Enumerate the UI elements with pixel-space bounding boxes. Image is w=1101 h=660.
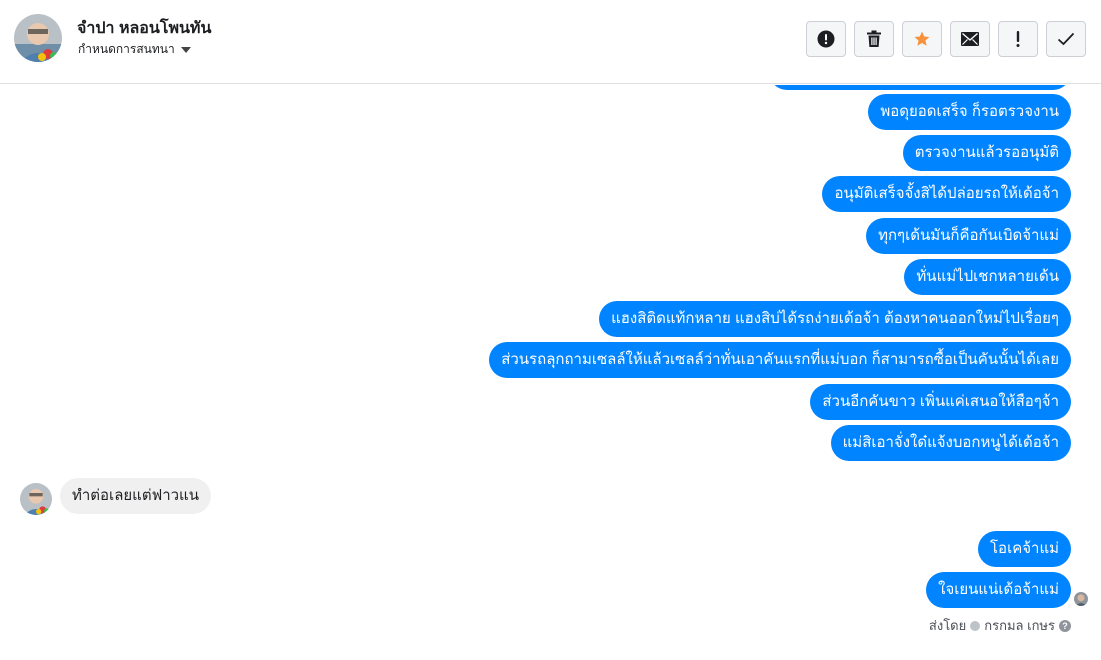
caret-down-icon: [180, 47, 191, 53]
follow-up-button[interactable]: [998, 21, 1038, 57]
delete-button[interactable]: [854, 21, 894, 57]
message-thread[interactable]: พอดุยอดเสร็จ ก็รอตรวจงาน ตรวจงานแล้วรออน…: [0, 85, 1101, 660]
sent-by-info: ส่งโดย กรกมล เกษร ?: [929, 615, 1071, 636]
assign-conversation-dropdown[interactable]: กำหนดการสนทนา: [78, 40, 191, 59]
message-bubble-outgoing[interactable]: พอดุยอดเสร็จ ก็รอตรวจงาน: [868, 94, 1071, 130]
spam-button[interactable]: [806, 21, 846, 57]
mark-done-button[interactable]: [1046, 21, 1086, 57]
contact-name[interactable]: จำปา หลอนโพนทัน: [77, 16, 211, 41]
message-bubble-outgoing[interactable]: ส่วนรถลุกถามเซลล์ให้แล้วเซลล์ว่าทั่นเอาค…: [489, 342, 1071, 378]
trash-icon: [867, 30, 881, 47]
sent-by-name[interactable]: กรกมล เกษร: [984, 615, 1055, 636]
conversation-header: จำปา หลอนโพนทัน กำหนดการสนทนา: [0, 0, 1101, 84]
help-icon[interactable]: ?: [1059, 619, 1071, 632]
star-icon: [914, 31, 930, 46]
contact-avatar[interactable]: [14, 14, 62, 62]
message-bubble-incoming[interactable]: ทำต่อเลยแต่ฟาวแน: [60, 478, 211, 514]
envelope-icon: [961, 32, 979, 46]
message-bubble-outgoing[interactable]: ตรวจงานแล้วรออนุมัติ: [902, 135, 1071, 171]
assign-label: กำหนดการสนทนา: [78, 42, 175, 56]
message-bubble-outgoing[interactable]: ส่วนอีกคันขาว เพิ่นแค่เสนอให้สือๆจ้า: [810, 384, 1071, 420]
verified-icon: [970, 620, 981, 631]
seen-avatar: [1074, 592, 1088, 606]
message-bubble-outgoing[interactable]: ทุกๆเด้นมันก็คือกันเบิดจ้าแม่: [866, 218, 1071, 254]
exclamation-icon: [1016, 31, 1020, 47]
message-bubble-outgoing[interactable]: ทั่นแม่ไปเชกหลายเด้น: [904, 259, 1071, 295]
message-bubble-outgoing[interactable]: โอเคจ้าแม่: [978, 531, 1071, 567]
message-bubble-outgoing[interactable]: อนุมัติเสร็จจั้งสิได้ปล่อยรถให้เด้อจ้า: [822, 176, 1071, 212]
star-button[interactable]: [902, 21, 942, 57]
sent-by-prefix: ส่งโดย: [928, 618, 967, 633]
conversation-toolbar: [806, 21, 1086, 57]
sender-avatar[interactable]: [20, 483, 52, 515]
message-bubble-outgoing[interactable]: แฮงสิติดแท้กหลาย แฮงสิบ่ได้รถง่ายเด้อจ้า…: [599, 301, 1071, 337]
message-bubble-outgoing[interactable]: แม่สิเอาจั่งใด๋แจ้งบอกหนูได้เด้อจ้า: [830, 425, 1071, 461]
alert-circle-icon: [817, 30, 835, 48]
message-bubble-outgoing[interactable]: ใจเยนแน่เด้อจ้าแม่: [926, 572, 1071, 608]
message-bubble-outgoing-partial: [769, 85, 1071, 90]
mark-unread-button[interactable]: [950, 21, 990, 57]
check-icon: [1057, 32, 1075, 46]
